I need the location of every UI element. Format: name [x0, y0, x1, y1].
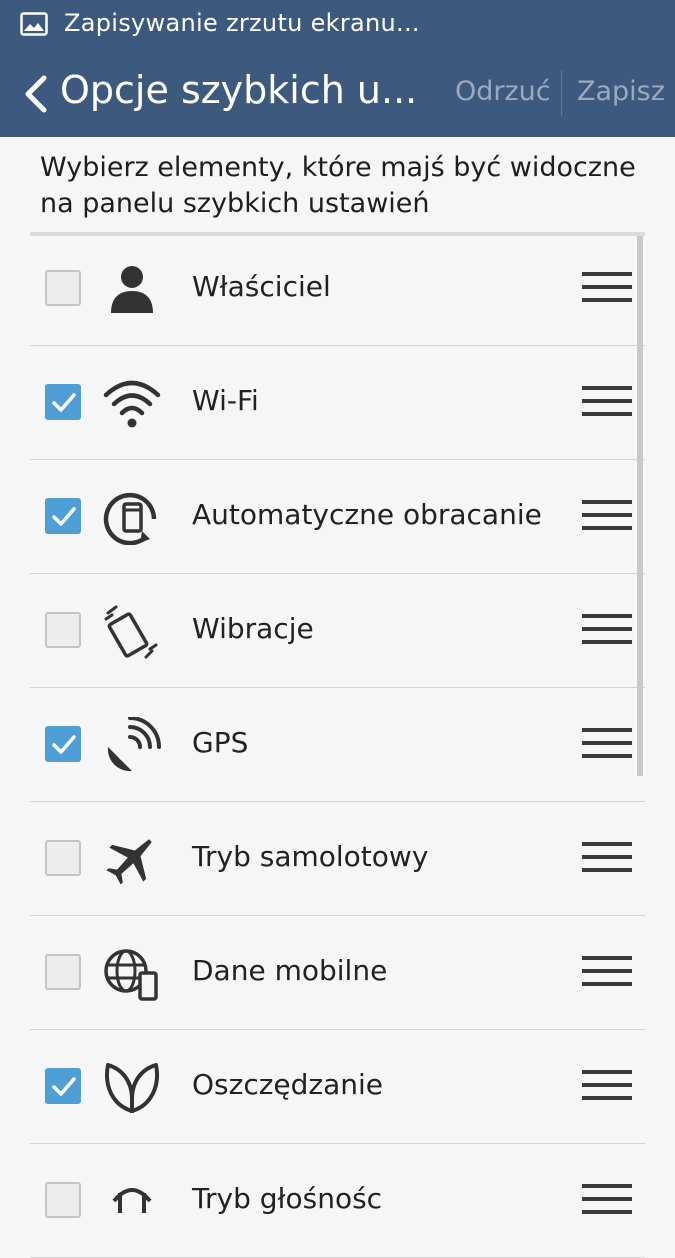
chevron-left-icon[interactable]: [20, 74, 50, 114]
item-checkbox[interactable]: [45, 1068, 81, 1104]
sound-mode-icon: [112, 1188, 152, 1213]
item-label: Tryb głośnośc: [192, 1182, 383, 1215]
scrollbar[interactable]: [637, 236, 643, 776]
item-checkbox[interactable]: [45, 726, 81, 762]
drag-handle-icon[interactable]: [582, 1070, 632, 1106]
list-item[interactable]: Oszczędzanie: [30, 1030, 645, 1144]
item-label: Wibracje: [192, 612, 314, 645]
leaf-icon: [105, 1063, 159, 1113]
item-label: Właściciel: [192, 270, 331, 303]
item-label: Tryb samolotowy: [192, 840, 429, 873]
list-item[interactable]: Automatyczne obracanie: [30, 460, 645, 574]
item-label: GPS: [192, 726, 249, 759]
drag-handle-icon[interactable]: [582, 386, 632, 422]
person-icon: [111, 266, 153, 313]
list-item[interactable]: Tryb głośnośc: [30, 1144, 645, 1258]
discard-button[interactable]: Odrzuć: [455, 76, 551, 107]
vibrate-icon: [104, 605, 158, 659]
auto-rotate-icon: [103, 492, 157, 545]
item-checkbox[interactable]: [45, 270, 81, 306]
item-checkbox[interactable]: [45, 612, 81, 648]
drag-handle-icon[interactable]: [582, 272, 632, 308]
item-checkbox[interactable]: [45, 954, 81, 990]
item-label: Oszczędzanie: [192, 1068, 384, 1101]
list-item[interactable]: Tryb samolotowy: [30, 802, 645, 916]
drag-handle-icon[interactable]: [582, 614, 632, 650]
action-divider: [561, 70, 562, 116]
item-checkbox[interactable]: [45, 840, 81, 876]
instructions-text: Wybierz elementy, które majś być widoczn…: [40, 152, 636, 219]
list-item[interactable]: Wi-Fi: [30, 346, 645, 460]
drag-handle-icon[interactable]: [582, 1184, 632, 1220]
mobile-data-icon: [104, 949, 158, 1001]
drag-handle-icon[interactable]: [582, 728, 632, 764]
wifi-icon: [103, 380, 161, 428]
airplane-icon: [106, 839, 152, 885]
list-item[interactable]: Wibracje: [30, 574, 645, 688]
list-item[interactable]: GPS: [30, 688, 645, 802]
page-title: Opcje szybkich u...: [60, 68, 418, 112]
list-item[interactable]: Dane mobilne: [30, 916, 645, 1030]
item-checkbox[interactable]: [45, 1182, 81, 1218]
status-notification-text: Zapisywanie zrzutu ekranu...: [64, 9, 420, 37]
item-checkbox[interactable]: [45, 498, 81, 534]
image-icon: [20, 12, 48, 36]
gps-satellite-icon: [107, 717, 161, 772]
item-label: Automatyczne obracanie: [192, 498, 542, 531]
item-label: Dane mobilne: [192, 954, 388, 987]
drag-handle-icon[interactable]: [582, 956, 632, 992]
save-button[interactable]: Zapisz: [577, 76, 665, 107]
list-item[interactable]: Właściciel: [30, 232, 645, 346]
item-checkbox[interactable]: [45, 384, 81, 420]
quick-settings-list: Właściciel Wi-Fi Automatyczne obracanie Wib…: [30, 232, 645, 1258]
drag-handle-icon[interactable]: [582, 500, 632, 536]
action-bar: Opcje szybkich u... Odrzuć Zapisz: [0, 50, 675, 137]
item-label: Wi-Fi: [192, 384, 259, 417]
status-bar: Zapisywanie zrzutu ekranu...: [0, 0, 675, 50]
drag-handle-icon[interactable]: [582, 842, 632, 878]
